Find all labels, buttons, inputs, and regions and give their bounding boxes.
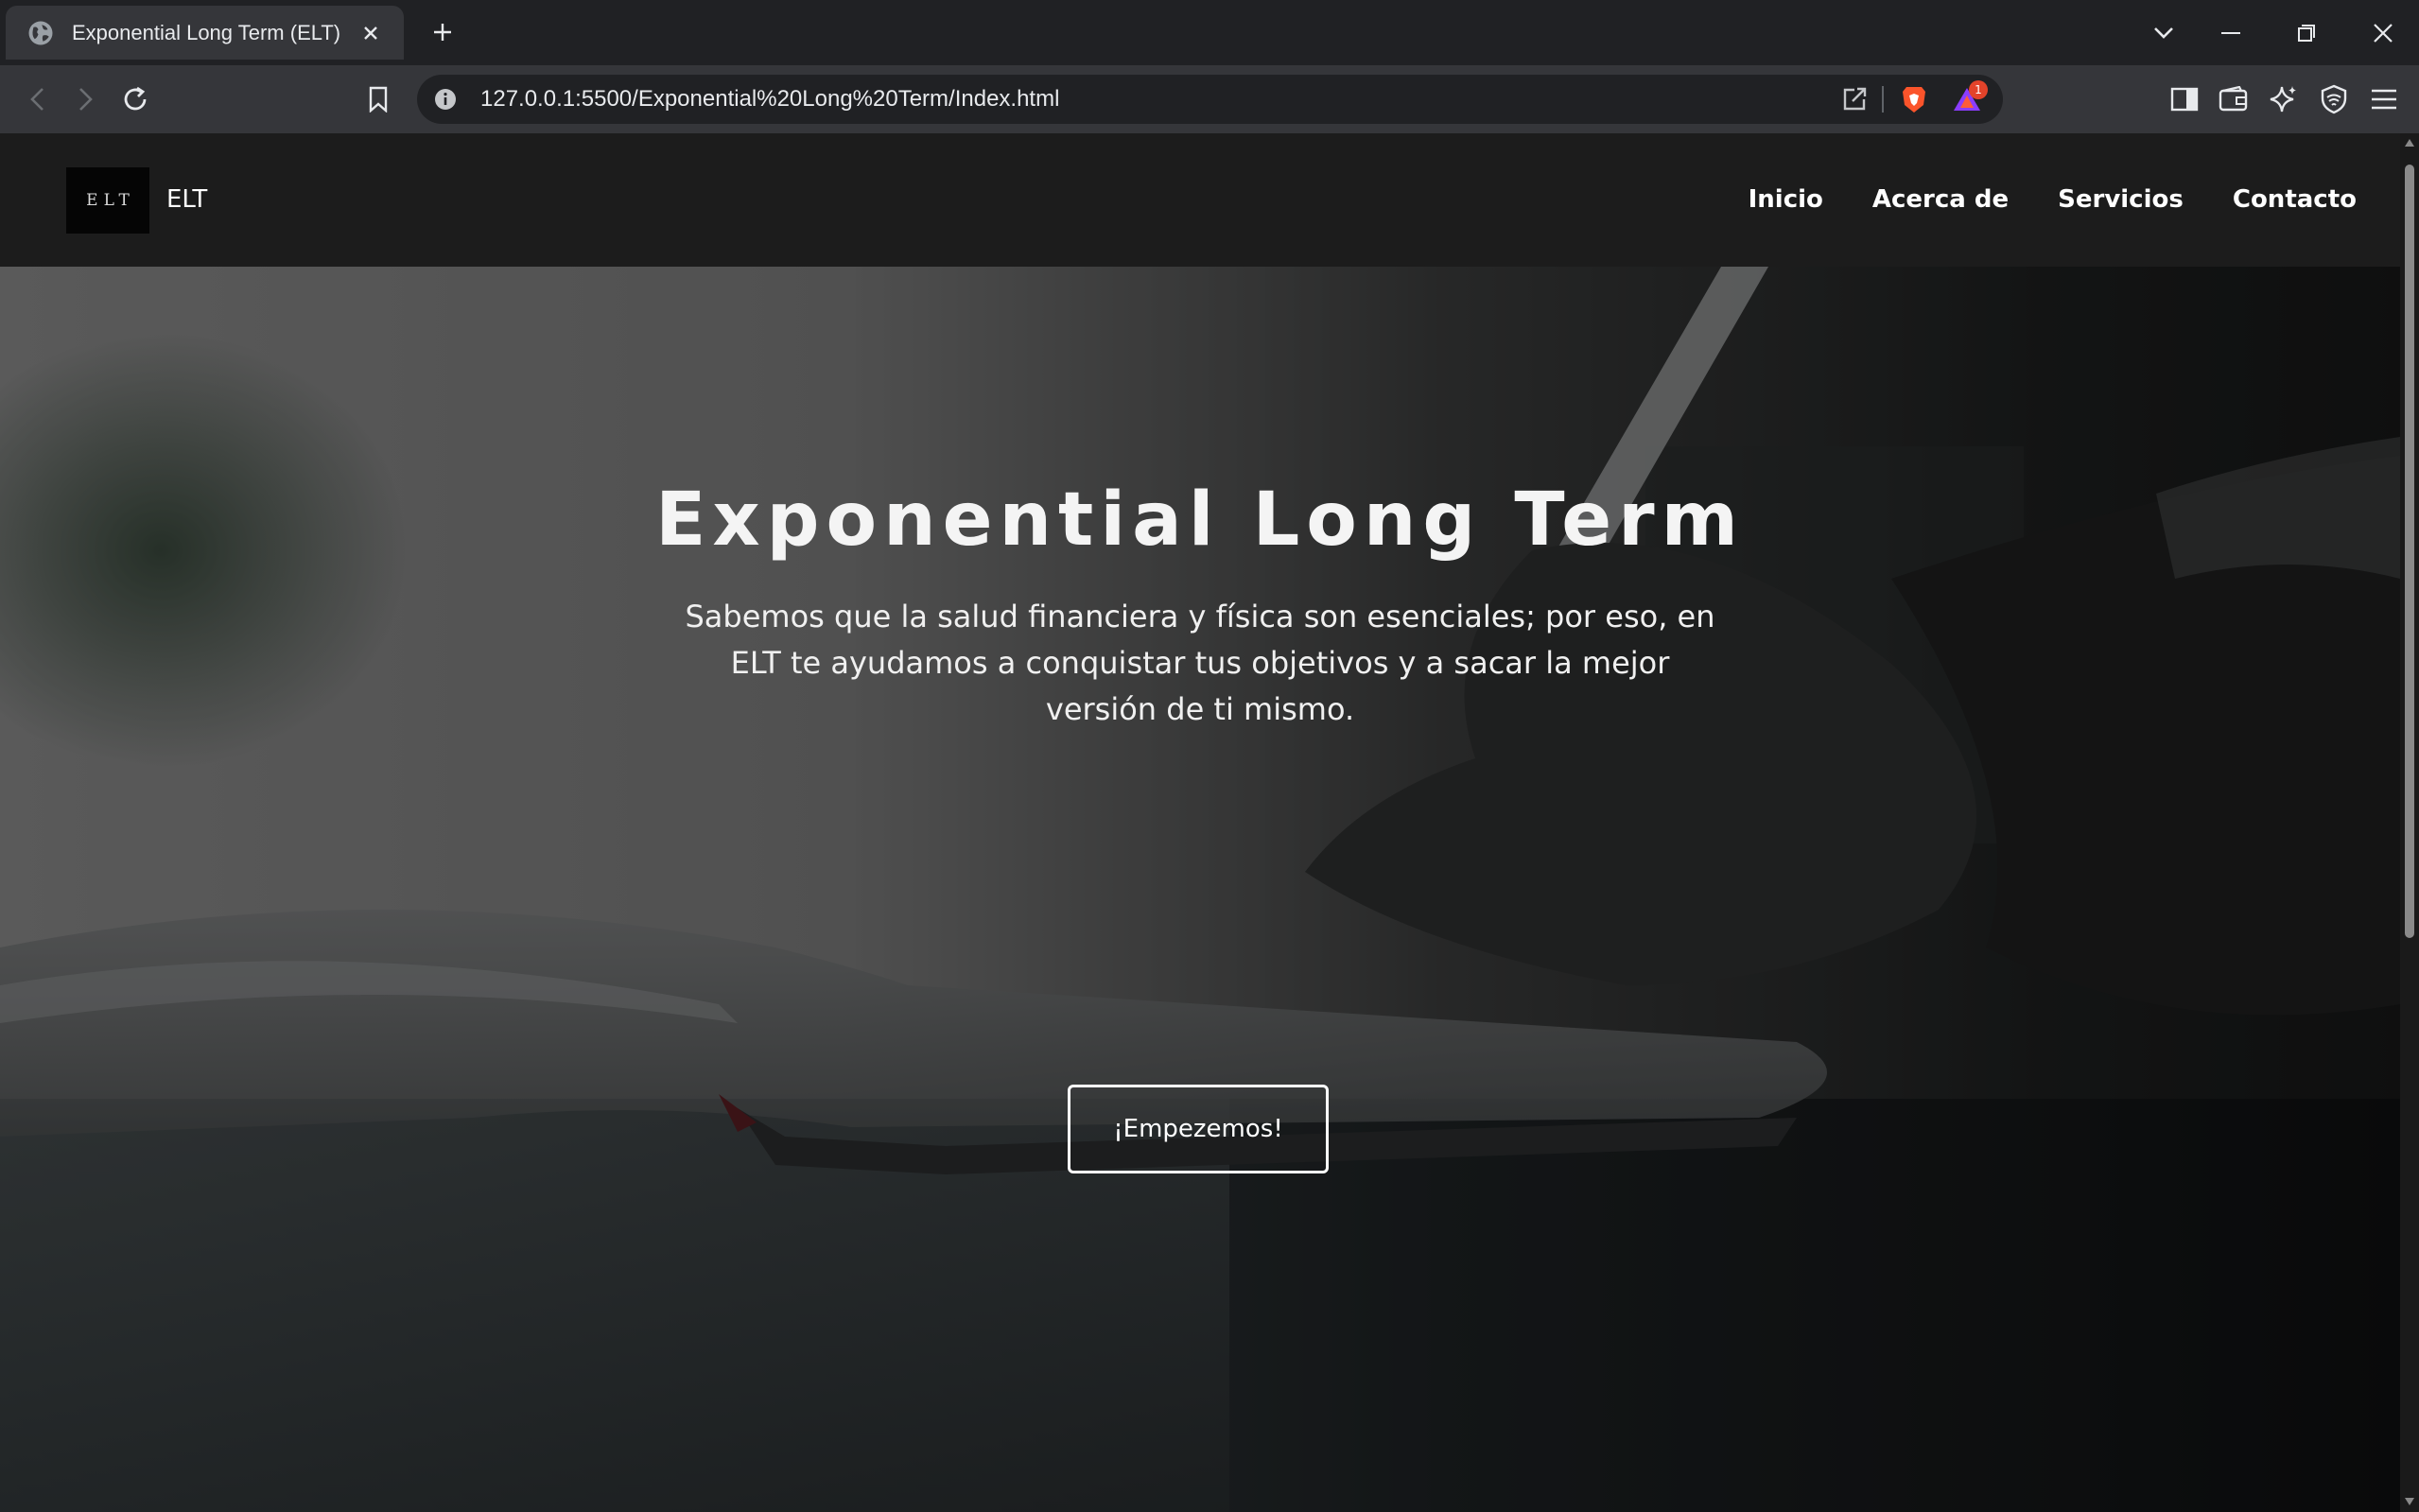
omnibox-divider: [1882, 86, 1884, 113]
page-viewport: ELT ELT Inicio Acerca de Servicios Conta…: [0, 133, 2400, 1512]
back-icon[interactable]: [17, 78, 59, 120]
wallet-icon[interactable]: [2213, 78, 2254, 120]
get-started-button[interactable]: ¡Empezemos!: [1068, 1085, 1329, 1173]
share-icon[interactable]: [1837, 82, 1871, 116]
brave-rewards-icon[interactable]: 1: [1950, 80, 1988, 116]
main-menu: Inicio Acerca de Servicios Contacto: [1749, 182, 2357, 217]
menu-icon[interactable]: [2363, 78, 2405, 120]
browser-tab[interactable]: Exponential Long Term (ELT): [6, 6, 404, 60]
bookmark-icon[interactable]: [357, 78, 399, 120]
browser-toolbar: 127.0.0.1:5500/Exponential%20Long%20Term…: [0, 65, 2419, 133]
page-scrollbar[interactable]: [2400, 133, 2419, 1512]
site-navbar: ELT ELT Inicio Acerca de Servicios Conta…: [0, 133, 2400, 267]
scroll-down-icon[interactable]: [2404, 1496, 2415, 1507]
vpn-icon[interactable]: [2313, 78, 2355, 120]
sidebar-icon[interactable]: [2164, 78, 2205, 120]
logo-text: ELT: [86, 191, 135, 210]
brand-name[interactable]: ELT: [166, 182, 207, 217]
scrollbar-thumb[interactable]: [2405, 165, 2414, 938]
notification-badge: 1: [1969, 80, 1988, 99]
close-icon[interactable]: [355, 17, 387, 49]
hero-content: Exponential Long Term Sabemos que la sal…: [0, 267, 2400, 1512]
reload-icon[interactable]: [114, 78, 156, 120]
close-window-icon[interactable]: [2358, 9, 2408, 57]
address-bar[interactable]: 127.0.0.1:5500/Exponential%20Long%20Term…: [417, 75, 2003, 124]
scroll-up-icon[interactable]: [2404, 137, 2415, 148]
hero-subtitle: Sabemos que la salud financiera y física…: [685, 599, 1715, 727]
url-text[interactable]: 127.0.0.1:5500/Exponential%20Long%20Term…: [480, 75, 1059, 124]
forward-icon[interactable]: [64, 78, 106, 120]
chevron-down-icon[interactable]: [2139, 9, 2188, 57]
minimize-icon[interactable]: [2206, 9, 2255, 57]
tab-title: Exponential Long Term (ELT): [72, 20, 341, 44]
nav-link-acerca-de[interactable]: Acerca de: [1872, 182, 2009, 217]
leo-ai-icon[interactable]: [2263, 78, 2305, 120]
site-logo[interactable]: ELT: [66, 167, 149, 234]
restore-icon[interactable]: [2282, 9, 2331, 57]
nav-link-contacto[interactable]: Contacto: [2233, 182, 2357, 217]
browser-tabstrip: Exponential Long Term (ELT): [0, 0, 2419, 65]
plus-icon[interactable]: [424, 13, 461, 51]
nav-link-inicio[interactable]: Inicio: [1749, 182, 1823, 217]
globe-icon: [28, 21, 53, 44]
nav-link-servicios[interactable]: Servicios: [2058, 182, 2184, 217]
hero-title: Exponential Long Term: [655, 478, 1745, 563]
hero-section: Exponential Long Term Sabemos que la sal…: [0, 267, 2400, 1512]
brave-shield-icon[interactable]: [1897, 82, 1931, 116]
info-icon[interactable]: [428, 82, 462, 116]
